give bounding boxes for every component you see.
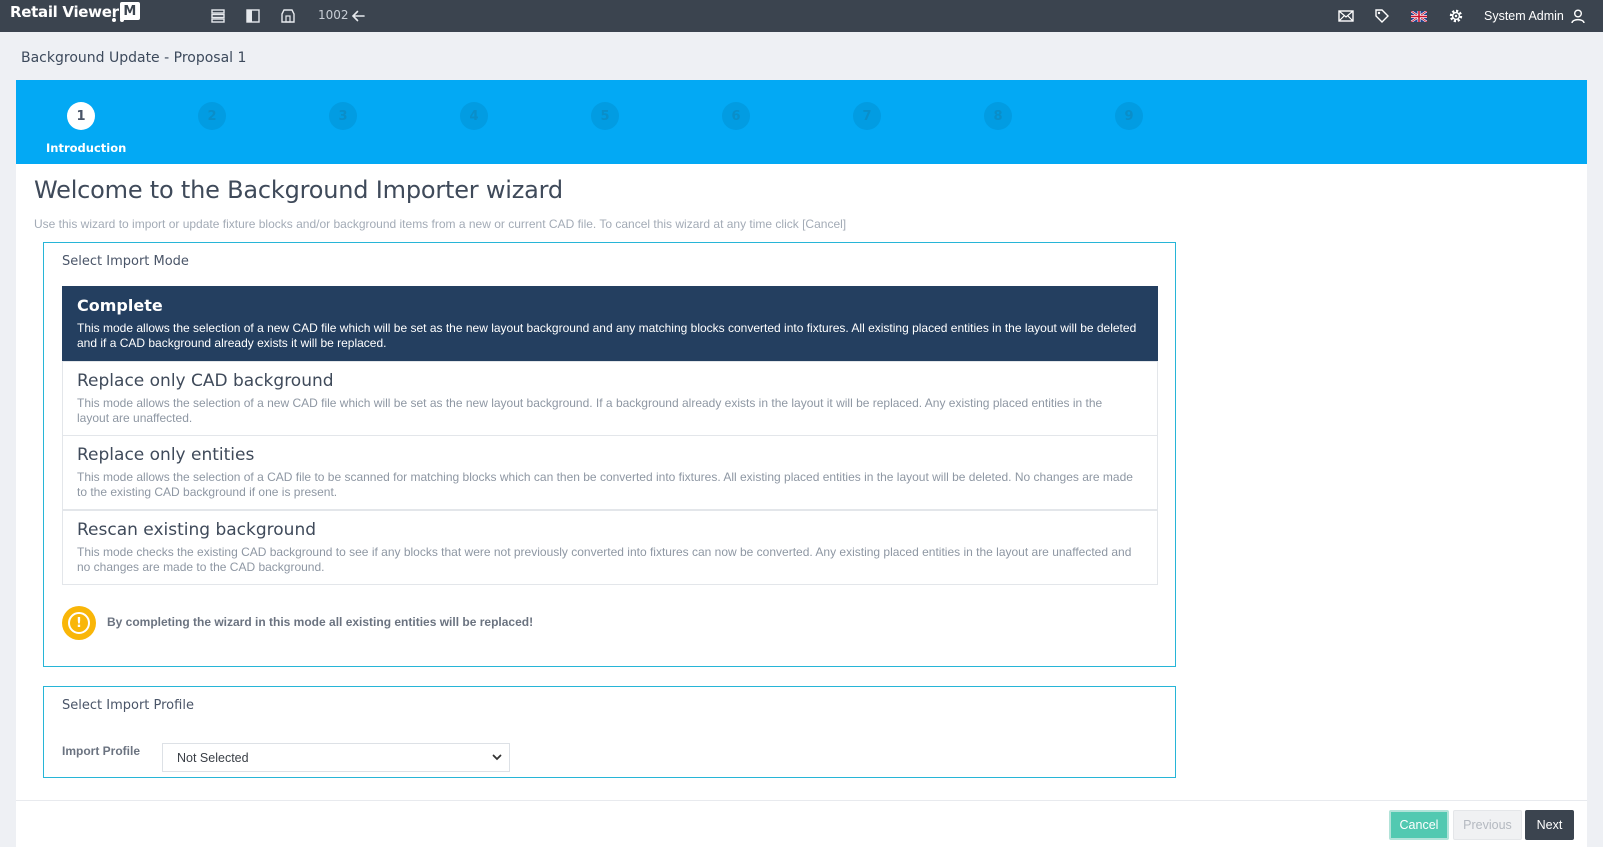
step-8: 8 [984,102,1012,130]
option-description: This mode checks the existing CAD backgr… [77,545,1132,574]
import-profile-select[interactable]: Not Selected [162,743,510,772]
warning-text: By completing the wizard in this mode al… [107,615,534,629]
gear-icon[interactable] [1446,6,1466,26]
import-mode-panel: Select Import Mode Complete This mode al… [43,242,1176,667]
step-7: 7 [853,102,881,130]
option-description: This mode allows the selection of a new … [77,396,1103,425]
step-2: 2 [198,102,226,130]
option-title: Rescan existing background [77,520,317,540]
footer-divider [16,800,1587,801]
page-title: Background Update - Proposal 1 [21,50,247,66]
mail-icon[interactable] [1336,6,1356,26]
cancel-button[interactable]: Cancel [1389,810,1449,840]
step-6: 6 [722,102,750,130]
uk-flag-icon[interactable] [1409,6,1429,26]
import-mode-heading: Select Import Mode [62,254,189,269]
import-profile-heading: Select Import Profile [62,698,194,713]
tag-icon[interactable] [1372,6,1392,26]
layers-icon[interactable] [208,6,228,26]
user-name[interactable]: System Admin [1484,9,1564,23]
user-icon[interactable] [1568,6,1588,26]
previous-button[interactable]: Previous [1453,810,1522,840]
logo-text: Retail Viewer [10,3,119,21]
back-arrow-icon[interactable] [348,6,368,26]
option-title: Replace only CAD background [77,371,334,391]
import-profile-label: Import Profile [62,744,141,758]
mode-option-rescan-background[interactable]: Rescan existing background This mode che… [62,510,1158,585]
option-title: Complete [77,296,163,315]
import-profile-panel: Select Import Profile Import Profile Not… [43,686,1176,778]
layout-id: 1002 [318,8,349,22]
logo-cart-wheels [112,18,124,22]
next-button[interactable]: Next [1525,810,1574,840]
panel-icon[interactable] [243,6,263,26]
step-4: 4 [460,102,488,130]
warning-icon: ! [62,606,96,640]
option-description: This mode allows the selection of a CAD … [77,470,1133,499]
mode-option-replace-entities[interactable]: Replace only entities This mode allows t… [62,435,1158,510]
top-bar: Retail Viewer M 1002 System Admin [0,0,1603,32]
import-profile-value: Not Selected [177,751,249,765]
active-step-label: Introduction [46,141,127,155]
chevron-down-icon [491,751,503,766]
mode-option-complete[interactable]: Complete This mode allows the selection … [62,286,1158,361]
option-description: This mode allows the selection of a new … [77,321,1137,350]
wizard-stepper: 1 2 3 4 5 6 7 8 9 Introduction [16,80,1587,164]
option-title: Replace only entities [77,445,255,465]
mode-option-replace-background[interactable]: Replace only CAD background This mode al… [62,361,1158,436]
store-icon[interactable] [278,6,298,26]
wizard-subtitle: Use this wizard to import or update fixt… [34,217,847,231]
step-5: 5 [591,102,619,130]
step-9: 9 [1115,102,1143,130]
step-1[interactable]: 1 [67,102,95,130]
step-3: 3 [329,102,357,130]
wizard-title: Welcome to the Background Importer wizar… [34,176,563,204]
